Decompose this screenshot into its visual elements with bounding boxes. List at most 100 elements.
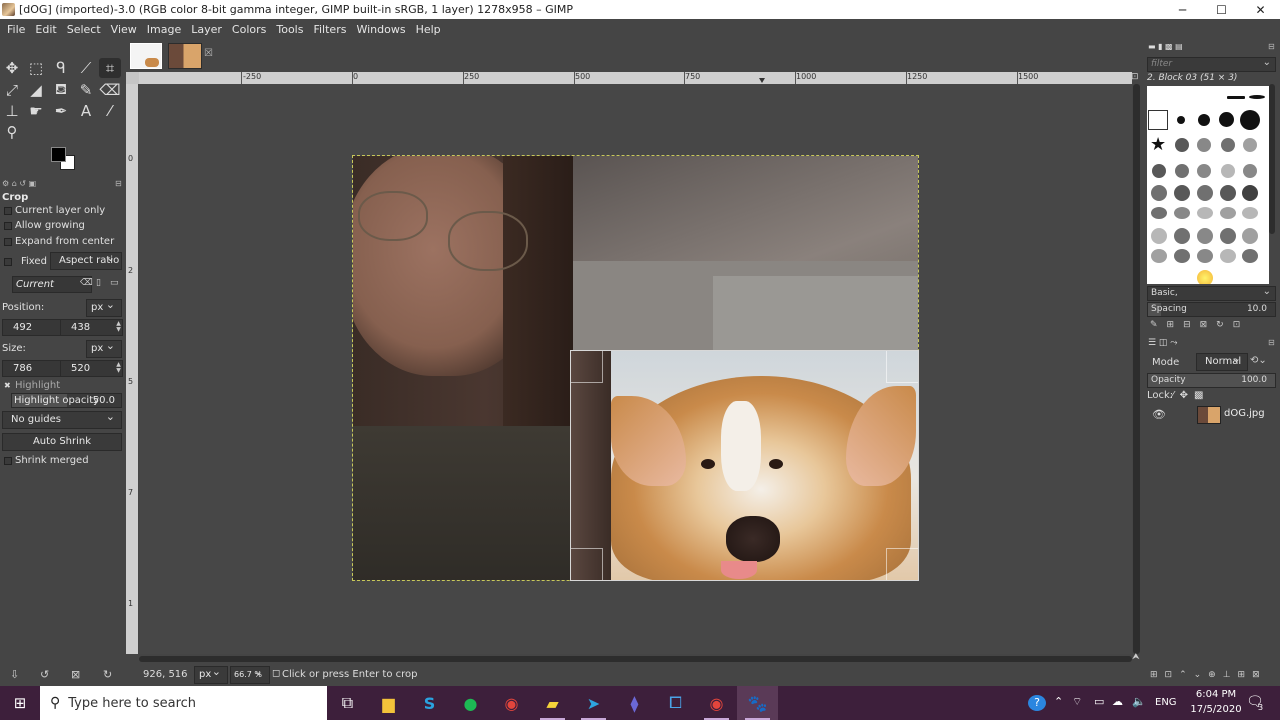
telegram-icon[interactable]: ➤ [573, 686, 614, 720]
status-unit-dropdown[interactable]: px [194, 664, 228, 684]
paintbrush-tool-icon[interactable]: ✎ [75, 80, 97, 100]
size-height-field[interactable]: 520 [60, 360, 123, 377]
crop-handle-top-left[interactable] [571, 351, 603, 383]
allow-growing-checkbox[interactable] [4, 222, 12, 230]
crop-rectangle[interactable] [570, 350, 919, 581]
menu-help[interactable]: Help [411, 19, 446, 40]
taskbar-search-input[interactable]: ⚲ Type here to search [40, 686, 327, 720]
tray-chevron-icon[interactable]: ⌃ [1054, 695, 1063, 708]
image-tab-thumbnail[interactable] [168, 43, 202, 69]
chrome-icon[interactable]: ◉ [491, 686, 532, 720]
clock-time[interactable]: 6:04 PM [1191, 689, 1241, 700]
brush-filter-input[interactable]: filter ⌄ [1147, 57, 1276, 72]
text-tool-icon[interactable]: A [75, 101, 97, 121]
auto-shrink-button[interactable]: Auto Shrink [2, 433, 122, 451]
maximize-button[interactable]: ☐ [1202, 0, 1241, 19]
menu-file[interactable]: File [2, 19, 30, 40]
volume-icon[interactable]: 🔈 [1132, 695, 1146, 708]
wifi-icon[interactable]: ⌔ [1072, 695, 1082, 709]
size-height-spinner[interactable]: ▲ ▼ [115, 362, 122, 374]
expand-from-center-checkbox[interactable] [4, 238, 12, 246]
current-layer-only-checkbox[interactable] [4, 207, 12, 215]
skype-icon[interactable]: S [409, 686, 450, 720]
fixed-checkbox[interactable] [4, 258, 12, 266]
chevron-down-icon[interactable]: ⌄ [1263, 286, 1271, 297]
menu-select[interactable]: Select [62, 19, 106, 40]
panel-menu-icon[interactable]: ⊟ [115, 179, 122, 188]
size-unit-dropdown[interactable]: px [86, 338, 122, 358]
horizontal-ruler[interactable]: -250 0 250 500 750 1000 1250 1500 [139, 72, 1132, 84]
menu-view[interactable]: View [106, 19, 142, 40]
position-y-spinner[interactable]: ▲ ▼ [115, 321, 122, 333]
reset-options-icon[interactable]: ↻ [103, 668, 112, 681]
clear-field-icon[interactable]: ⌫ [80, 278, 93, 288]
close-button[interactable]: ✕ [1241, 0, 1280, 19]
crop-tool-icon[interactable]: ⌗ [99, 58, 121, 78]
layer-actions-icons[interactable]: ⊞⊡⌃⌄⊕⊥⊞⊠ [1150, 670, 1280, 682]
zoom-dropdown[interactable]: 66.7 % [230, 664, 270, 684]
vertical-scrollbar[interactable] [1132, 72, 1142, 654]
transform-tool-icon[interactable]: ⤢ [1, 80, 23, 100]
brush-actions-icons[interactable]: ✎⊞⊟⊠↻⊡ [1150, 320, 1275, 332]
move-tool-icon[interactable]: ✥ [1, 58, 23, 78]
brush-scrollbar[interactable] [1269, 84, 1275, 234]
layers-tab-icons[interactable]: ☰ ◫ ⤳ [1148, 338, 1208, 350]
foreground-color-swatch[interactable] [51, 147, 66, 162]
help-icon[interactable]: ? [1028, 695, 1046, 711]
eraser-tool-icon[interactable]: ⌫ [99, 80, 121, 100]
task-view-icon[interactable]: ⧉ [327, 686, 368, 720]
menu-layer[interactable]: Layer [186, 19, 227, 40]
gimp-taskbar-icon[interactable]: 🐾 [737, 686, 778, 720]
image-tab-thumbnail-active[interactable] [130, 43, 162, 69]
menu-tools[interactable]: Tools [271, 19, 308, 40]
position-x-field[interactable]: 492 [2, 319, 67, 336]
size-width-field[interactable]: 786 [2, 360, 67, 377]
horizontal-scrollbar[interactable] [139, 654, 1132, 664]
fuzzy-select-tool-icon[interactable]: ⟋ [75, 58, 97, 78]
landscape-icon[interactable]: ▭ [110, 278, 119, 288]
guides-dropdown[interactable]: No guides [2, 409, 122, 429]
file-explorer-icon[interactable]: ▆ [368, 686, 409, 720]
chevron-down-icon[interactable]: ⌄ [1263, 57, 1271, 68]
crop-handle-bottom-left[interactable] [571, 548, 603, 580]
chrome-window-icon[interactable]: ◉ [696, 686, 737, 720]
tool-options-tab-icons[interactable]: ⚙ ⌂ ↺ ▣ [2, 179, 52, 189]
brush-preset-dropdown[interactable]: Basic, ⌄ [1147, 286, 1276, 301]
bucket-fill-tool-icon[interactable]: ⛾ [50, 80, 72, 100]
spacing-slider[interactable]: Spacing 10.0 [1147, 302, 1276, 317]
close-tab-icon[interactable]: ☒ [204, 48, 213, 59]
minimize-button[interactable]: ─ [1163, 0, 1202, 19]
save-options-icon[interactable]: ⇩ [10, 668, 19, 681]
restore-options-icon[interactable]: ↺ [40, 668, 49, 681]
menu-windows[interactable]: Windows [351, 19, 410, 40]
crop-handle-top-right[interactable] [886, 351, 918, 383]
sticky-notes-icon[interactable]: ▰ [532, 686, 573, 720]
clock-date[interactable]: 17/5/2020 [1188, 704, 1244, 715]
menu-image[interactable]: Image [142, 19, 186, 40]
layers-menu-icon[interactable]: ⊟ [1268, 338, 1275, 347]
warp-tool-icon[interactable]: ◢ [25, 80, 47, 100]
teams-icon[interactable]: ⧫ [614, 686, 655, 720]
navigate-icon[interactable]: ⮝ [1132, 652, 1142, 664]
portrait-icon[interactable]: ▯ [96, 278, 101, 288]
vertical-ruler[interactable]: 0 2 5 7 1 [126, 84, 138, 654]
onedrive-icon[interactable]: ☁ [1112, 695, 1123, 708]
paths-tool-icon[interactable]: ✒ [50, 101, 72, 121]
zoom-tool-icon[interactable]: ⚲ [1, 122, 23, 142]
snip-tool-icon[interactable]: ⧠ [655, 686, 696, 720]
menu-edit[interactable]: Edit [30, 19, 61, 40]
highlight-opacity-slider[interactable]: Highlight opacity 50.0 [11, 393, 122, 408]
lock-icons[interactable]: ⁄✥▩ [1172, 390, 1210, 401]
layer-mode-dropdown[interactable]: Normal [1196, 351, 1248, 371]
rect-select-tool-icon[interactable]: ⬚ [25, 58, 47, 78]
fixed-mode-dropdown[interactable]: Aspect ratio [50, 250, 122, 270]
lasso-tool-icon[interactable]: ᑫ [50, 58, 72, 78]
delete-options-icon[interactable]: ⊠ [71, 668, 80, 681]
mode-reset-icon[interactable]: ⟲⌄ [1250, 355, 1267, 366]
shrink-merged-checkbox[interactable] [4, 457, 12, 465]
brush-grid[interactable]: ★ [1147, 86, 1269, 284]
position-y-field[interactable]: 438 [60, 319, 123, 336]
dock-menu-icon[interactable]: ⊟ [1268, 42, 1275, 51]
eye-icon[interactable]: 👁 [1152, 408, 1166, 421]
crop-handle-bottom-right[interactable] [886, 548, 918, 580]
